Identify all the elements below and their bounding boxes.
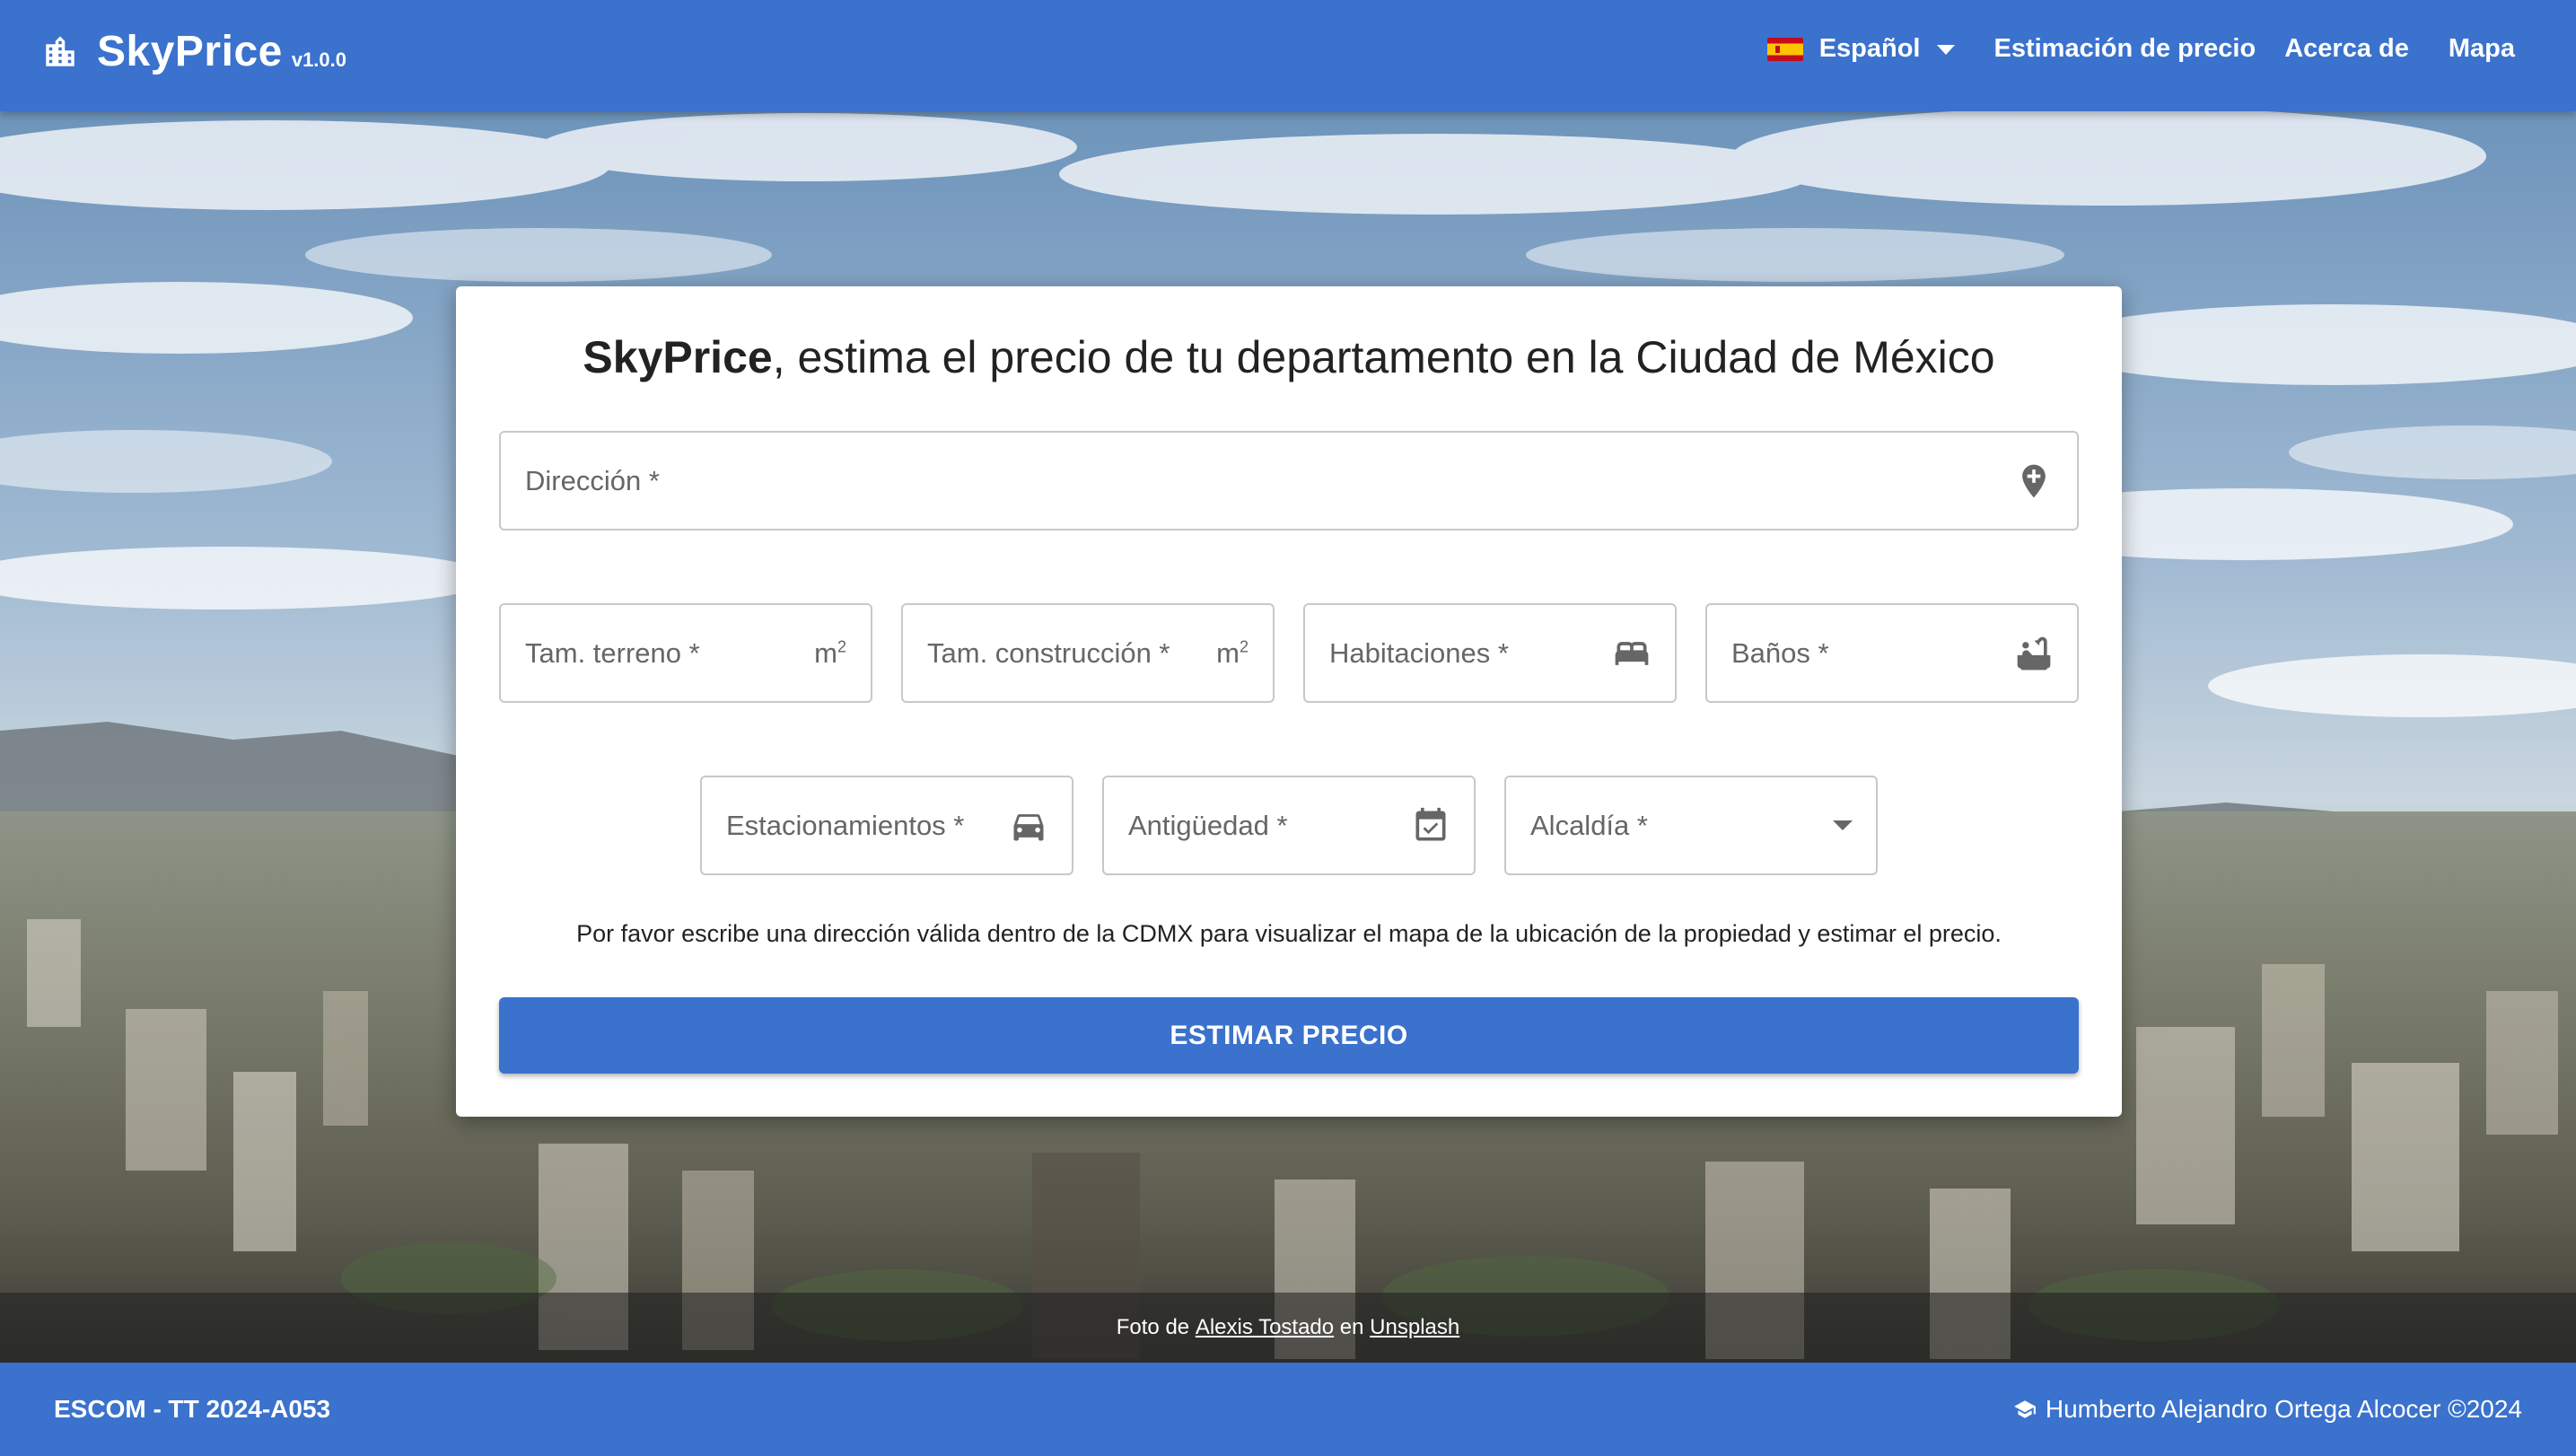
nav-acerca[interactable]: Acerca de — [2284, 34, 2409, 64]
age-field[interactable]: Antigüedad * — [1102, 776, 1476, 875]
footer-project-code: ESCOM - TT 2024-A053 — [54, 1395, 331, 1423]
credit-site-link[interactable]: Unsplash — [1370, 1315, 1459, 1340]
add-location-pin-icon[interactable] — [2014, 461, 2054, 501]
construction-size-label: Tam. construcción * — [927, 636, 1170, 669]
graduation-cap-icon — [2013, 1400, 2036, 1418]
land-size-field[interactable]: Tam. terreno * m2 — [499, 603, 872, 703]
language-selector[interactable]: Español — [1766, 34, 1955, 64]
page-title: SkyPrice, estima el precio de tu departa… — [456, 331, 2122, 383]
brand-name: SkyPrice — [97, 28, 283, 75]
land-size-unit: m2 — [814, 636, 846, 669]
bathrooms-field[interactable]: Baños * — [1705, 603, 2079, 703]
nav-mapa[interactable]: Mapa — [2449, 34, 2515, 64]
bedrooms-field[interactable]: Habitaciones * — [1303, 603, 1677, 703]
nav-menu: Español Estimación de precio Acerca de M… — [1766, 34, 2515, 64]
brand-version: v1.0.0 — [291, 48, 346, 71]
estimation-form-card: SkyPrice, estima el precio de tu departa… — [456, 286, 2122, 1117]
top-navbar: SkyPrice v1.0.0 Español Estimación de pr… — [0, 0, 2576, 111]
credit-middle: en — [1339, 1315, 1364, 1339]
car-icon — [1013, 813, 1044, 840]
brand[interactable]: SkyPrice v1.0.0 — [41, 27, 346, 76]
borough-select[interactable]: Alcaldía * — [1504, 776, 1878, 875]
spain-flag-icon — [1766, 37, 1803, 61]
photo-credit: Foto de Alexis Tostado en Unsplash — [0, 1293, 2576, 1363]
bathtub-icon — [2017, 636, 2051, 670]
footer: ESCOM - TT 2024-A053 Humberto Alejandro … — [0, 1363, 2576, 1456]
estimate-price-button[interactable]: ESTIMAR PRECIO — [499, 997, 2079, 1074]
land-size-label: Tam. terreno * — [525, 636, 700, 669]
age-label: Antigüedad * — [1128, 809, 1288, 841]
borough-label: Alcaldía * — [1530, 809, 1648, 841]
parking-label: Estacionamientos * — [726, 809, 965, 841]
footer-author-text: Humberto Alejandro Ortega Alcocer ©2024 — [2045, 1395, 2522, 1423]
address-label: Dirección * — [525, 464, 660, 496]
bathrooms-label: Baños * — [1731, 636, 1829, 669]
construction-size-field[interactable]: Tam. construcción * m2 — [901, 603, 1275, 703]
address-field[interactable]: Dirección * — [499, 431, 2079, 531]
dropdown-arrow-icon — [1833, 820, 1853, 830]
calendar-check-icon — [1415, 807, 1446, 840]
address-hint: Por favor escribe una dirección válida d… — [576, 920, 2002, 947]
footer-author: Humberto Alejandro Ortega Alcocer ©2024 — [2011, 1395, 2522, 1424]
credit-author-link[interactable]: Alexis Tostado — [1196, 1315, 1334, 1340]
title-text: , estima el precio de tu departamento en… — [772, 332, 1995, 382]
bedrooms-label: Habitaciones * — [1329, 636, 1509, 669]
chevron-down-icon — [1936, 45, 1955, 55]
nav-estimacion[interactable]: Estimación de precio — [1994, 34, 2256, 64]
credit-prefix: Foto de — [1116, 1315, 1190, 1339]
parking-field[interactable]: Estacionamientos * — [700, 776, 1073, 875]
city-buildings-icon — [46, 36, 74, 66]
language-label: Español — [1818, 34, 1921, 63]
bed-icon — [1615, 641, 1649, 665]
title-brand: SkyPrice — [583, 332, 773, 382]
construction-size-unit: m2 — [1216, 636, 1249, 669]
